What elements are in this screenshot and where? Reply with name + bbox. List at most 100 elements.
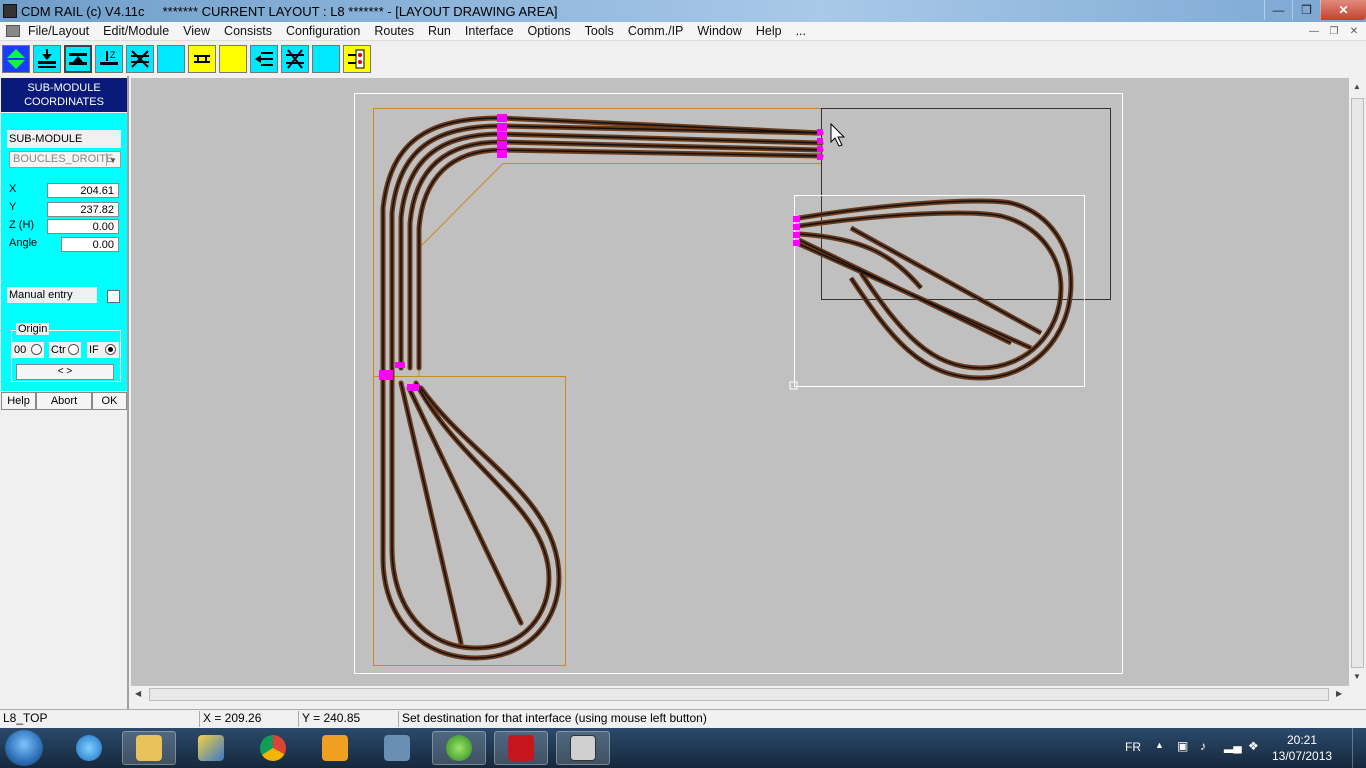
dropdown-arrow-icon[interactable]: ▼	[106, 153, 119, 166]
vertical-scrollbar[interactable]: ▲ ▼	[1349, 78, 1366, 686]
origin-00-radio[interactable]	[31, 344, 42, 355]
height-z-icon: Z	[100, 50, 118, 65]
origin-if-radio[interactable]	[105, 344, 116, 355]
submodule-label: SUB-MODULE	[7, 130, 121, 148]
submodule-select[interactable]: BOUCLES_DROITE ▼	[9, 151, 121, 168]
blank-tool-button[interactable]	[157, 45, 185, 73]
insert-up-icon	[69, 53, 87, 65]
mdi-close-icon[interactable]: ✕	[1346, 25, 1362, 38]
layout-drawing-area[interactable]	[131, 78, 1349, 686]
tray-device-icon[interactable]: ▣	[1177, 739, 1188, 753]
x-coordinate-field[interactable]: 204.61	[47, 183, 119, 198]
help-button[interactable]: Help	[1, 392, 36, 410]
close-icon[interactable]: ✕	[1320, 0, 1366, 20]
chrome-icon[interactable]	[246, 731, 300, 765]
nav-arrows-button[interactable]: < >	[16, 364, 114, 380]
explorer-icon[interactable]	[122, 731, 176, 765]
taskbar: FR ▲ ▣ ♪ ▂▄ ❖ 20:21 13/07/2013	[0, 728, 1366, 768]
left-module-outline	[373, 108, 822, 666]
maximize-icon[interactable]: ❐	[1292, 0, 1320, 20]
z-height-field[interactable]: 0.00	[47, 219, 119, 234]
origin-ctr-radio[interactable]	[68, 344, 79, 355]
status-bar: L8_TOP X = 209.26 Y = 240.85 Set destina…	[0, 709, 1366, 727]
network-signal-icon[interactable]: ▂▄	[1224, 739, 1242, 753]
mdi-minimize-icon[interactable]: —	[1306, 25, 1322, 38]
panel-buttons: Help Abort OK	[1, 392, 127, 410]
menu-edit-module[interactable]: Edit/Module	[103, 24, 169, 38]
move-tool-button[interactable]	[2, 45, 30, 73]
submodule-anchor-handle[interactable]	[789, 381, 798, 390]
ie-green-icon[interactable]	[432, 731, 486, 765]
scroll-left-icon[interactable]: ◀	[135, 689, 141, 698]
y-coordinate-field[interactable]: 237.82	[47, 202, 119, 217]
signal-tool-button[interactable]	[343, 45, 371, 73]
angle-field[interactable]: 0.00	[61, 237, 119, 252]
menu-bar: File/Layout Edit/Module View Consists Co…	[0, 22, 1366, 41]
cdm-rail-taskbar-icon[interactable]	[556, 731, 610, 765]
menu-interface[interactable]: Interface	[465, 24, 514, 38]
cross-tool-button[interactable]	[126, 45, 154, 73]
height-tool-button[interactable]: Z	[95, 45, 123, 73]
menu-comm-ip[interactable]: Comm./IP	[628, 24, 684, 38]
insert-down-icon	[38, 49, 56, 68]
menu-consists[interactable]: Consists	[224, 24, 272, 38]
track-yellow-button[interactable]	[188, 45, 216, 73]
manual-entry-label: Manual entry	[7, 287, 97, 303]
dropbox-icon[interactable]: ❖	[1248, 739, 1259, 753]
taskbar-clock[interactable]: 20:21 13/07/2013	[1272, 732, 1332, 764]
menu-run[interactable]: Run	[428, 24, 451, 38]
yellow-blank-button[interactable]	[219, 45, 247, 73]
clock-date: 13/07/2013	[1272, 749, 1333, 763]
vertical-scroll-thumb[interactable]	[1351, 98, 1364, 668]
insert-up-button[interactable]	[64, 45, 92, 73]
menu-window[interactable]: Window	[697, 24, 741, 38]
status-message: Set destination for that interface (usin…	[402, 711, 707, 725]
menu-view[interactable]: View	[183, 24, 210, 38]
abort-button[interactable]: Abort	[36, 392, 92, 410]
network-app-icon[interactable]	[370, 731, 424, 765]
mdi-restore-icon[interactable]: ❐	[1326, 25, 1342, 38]
menu-file-layout[interactable]: File/Layout	[28, 24, 89, 38]
ie-icon[interactable]	[62, 731, 116, 765]
scroll-up-icon[interactable]: ▲	[1353, 82, 1361, 91]
horizontal-scroll-thumb[interactable]	[149, 688, 1329, 701]
layout-canvas[interactable]	[131, 78, 1349, 686]
mouse-cursor-icon	[830, 122, 846, 147]
connect-left-button[interactable]	[250, 45, 278, 73]
up-down-arrows-icon	[7, 49, 25, 69]
menu-options[interactable]: Options	[528, 24, 571, 38]
x-label: X	[9, 183, 17, 195]
document-menu-icon[interactable]	[6, 25, 20, 37]
menu-more[interactable]: ...	[796, 24, 806, 38]
panel-header: SUB-MODULE COORDINATES	[1, 78, 127, 112]
language-indicator[interactable]: FR	[1125, 740, 1141, 754]
menu-routes[interactable]: Routes	[374, 24, 414, 38]
app-icon[interactable]	[3, 4, 17, 18]
origin-if-label: IF	[89, 344, 99, 356]
menu-configuration[interactable]: Configuration	[286, 24, 360, 38]
menu-tools[interactable]: Tools	[585, 24, 614, 38]
scroll-down-icon[interactable]: ▼	[1353, 672, 1361, 681]
paint-icon[interactable]	[184, 731, 238, 765]
insert-down-button[interactable]	[33, 45, 61, 73]
volume-muted-icon[interactable]: ♪	[1200, 739, 1206, 753]
manual-entry-checkbox[interactable]	[107, 290, 120, 303]
signal-icon	[348, 49, 365, 69]
start-button-icon[interactable]	[5, 730, 43, 766]
media-player-icon[interactable]	[308, 731, 362, 765]
menu-help[interactable]: Help	[756, 24, 782, 38]
ok-button[interactable]: OK	[92, 392, 127, 410]
horizontal-scrollbar[interactable]: ◀ ▶	[131, 686, 1349, 703]
clock-time: 20:21	[1286, 733, 1318, 747]
angle-label: Angle	[9, 237, 38, 249]
panel-body: SUB-MODULE BOUCLES_DROITE ▼ X 204.61 Y 2…	[1, 113, 127, 391]
blank-cyan-button[interactable]	[312, 45, 340, 73]
delete-connection-button[interactable]	[281, 45, 309, 73]
panel-header-line2: COORDINATES	[24, 96, 104, 108]
tray-expand-icon[interactable]: ▲	[1155, 740, 1164, 750]
status-x-readout: X = 209.26	[200, 711, 299, 727]
minimize-icon[interactable]: —	[1264, 0, 1292, 20]
acrobat-icon[interactable]	[494, 731, 548, 765]
scroll-right-icon[interactable]: ▶	[1336, 689, 1342, 698]
show-desktop-button[interactable]	[1352, 728, 1366, 768]
